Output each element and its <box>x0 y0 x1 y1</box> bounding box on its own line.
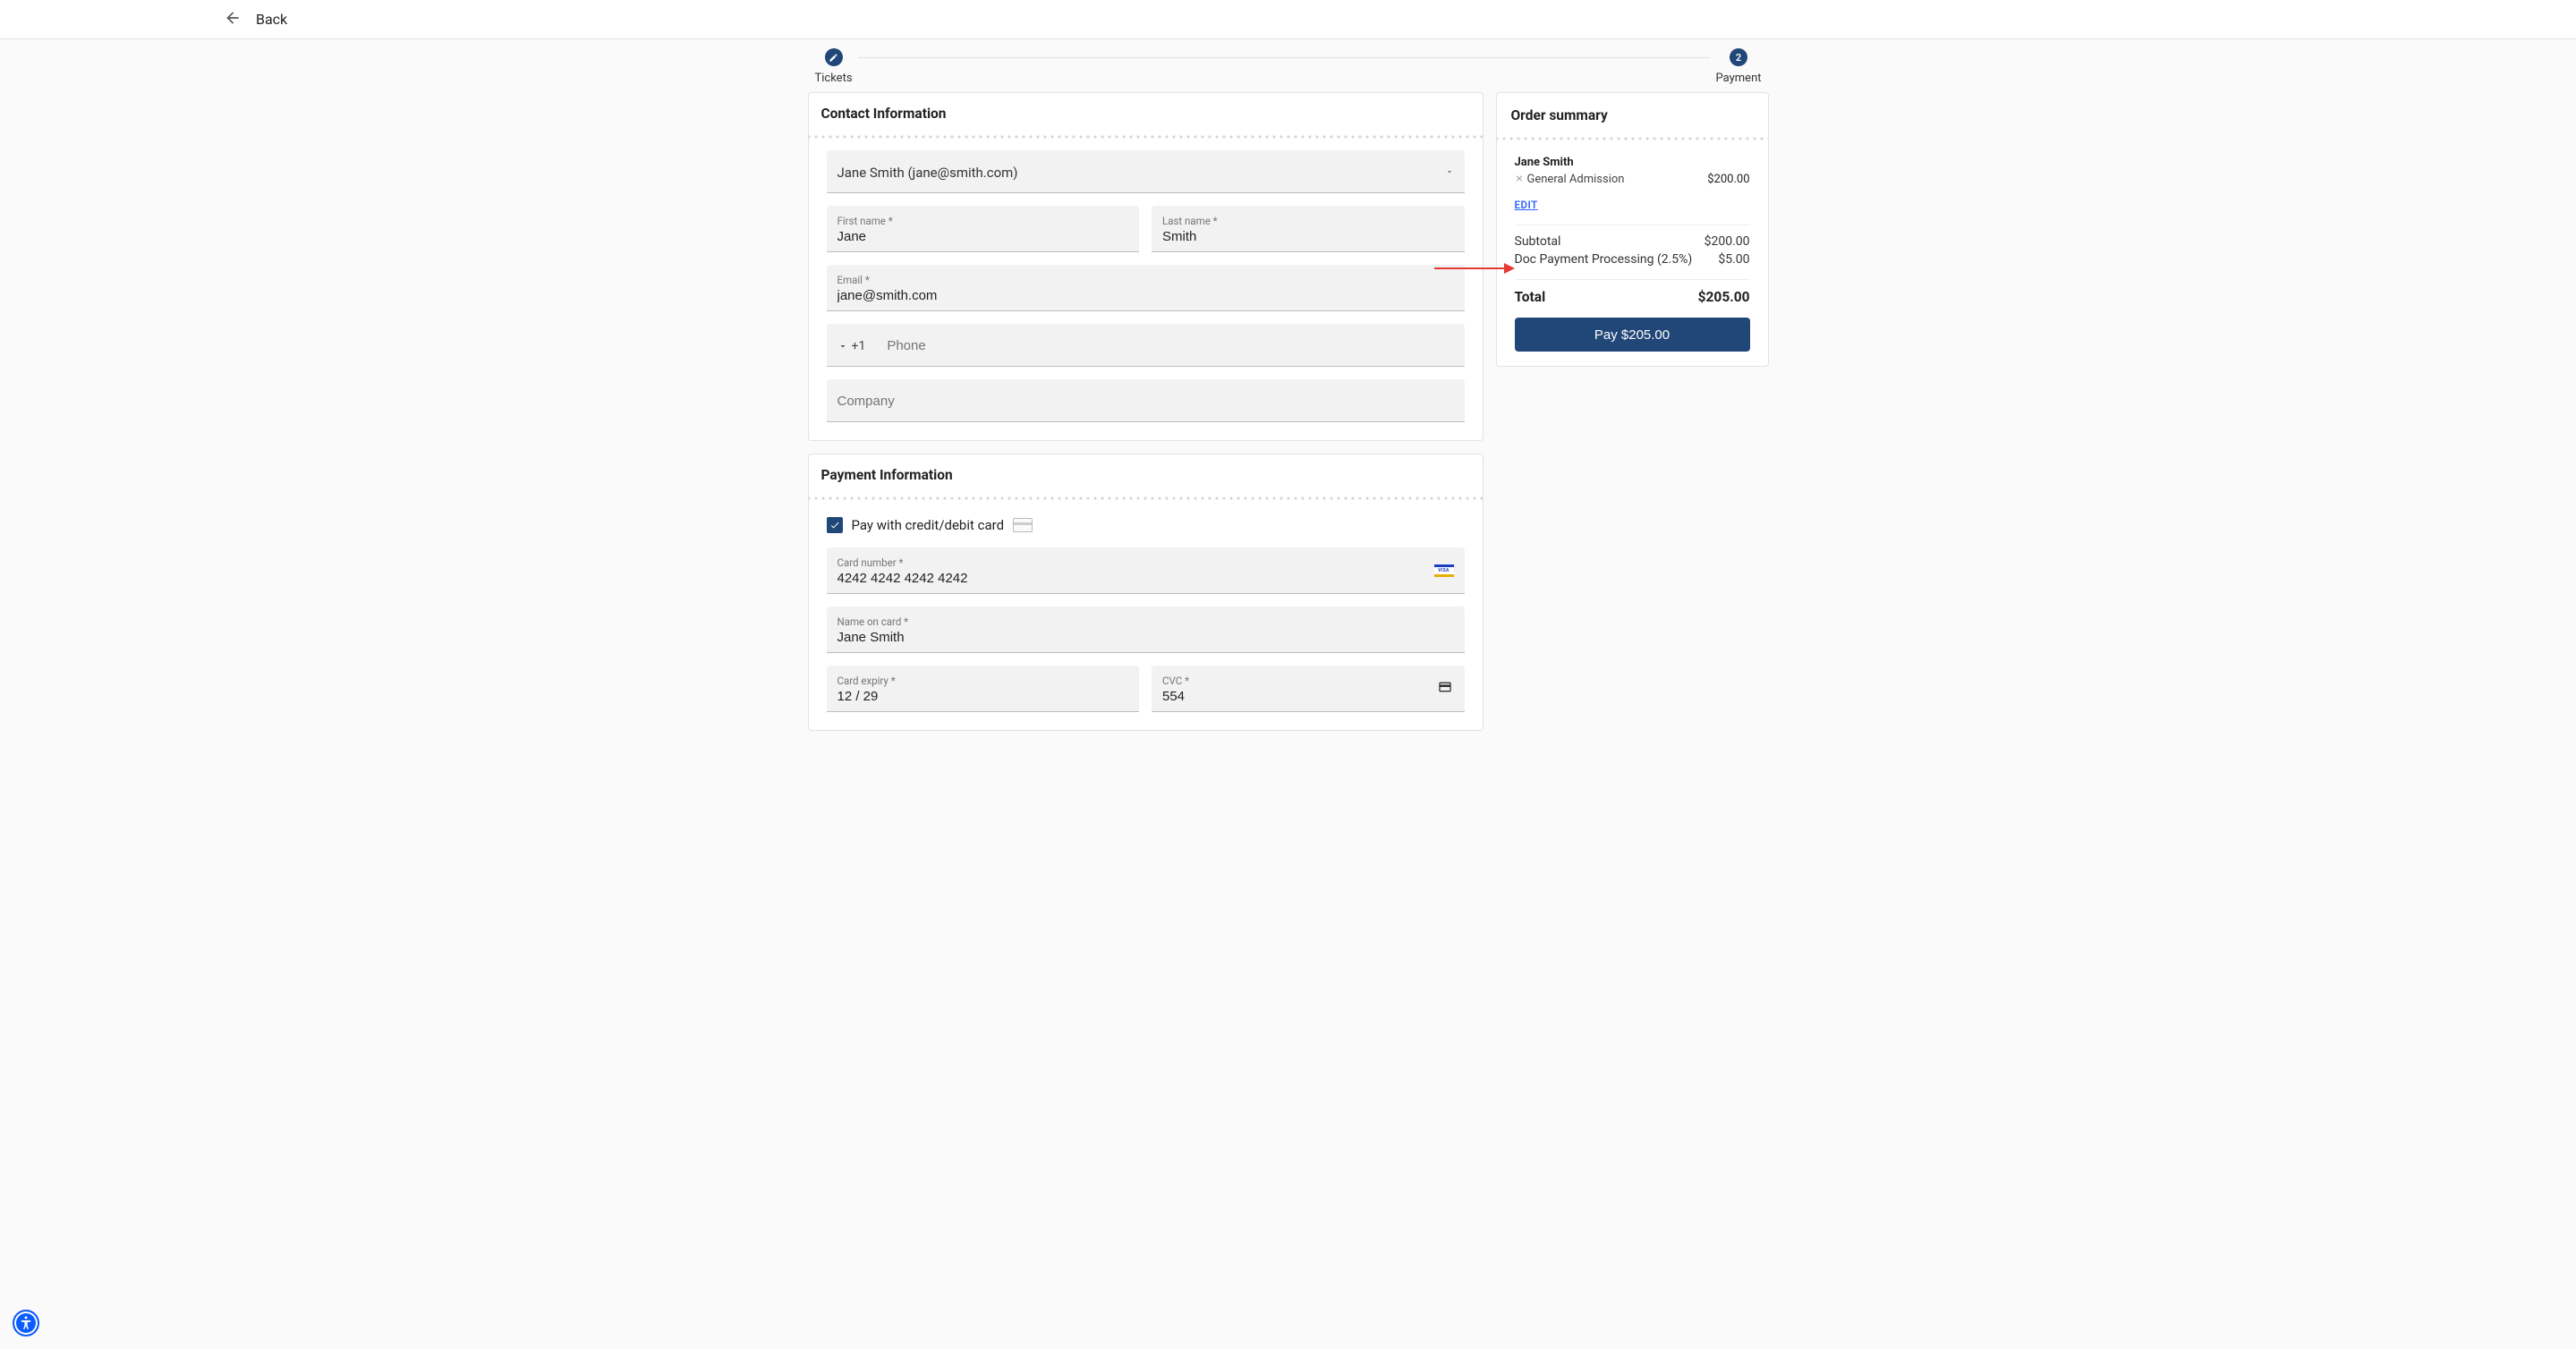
summary-line-item: General Admission $200.00 <box>1515 173 1750 186</box>
pay-with-card-row: Pay with credit/debit card <box>827 512 1465 535</box>
pay-with-card-label: Pay with credit/debit card <box>852 517 1005 533</box>
summary-fee-label: Doc Payment Processing (2.5%) <box>1515 252 1693 267</box>
summary-subtotal-value: $200.00 <box>1705 234 1750 249</box>
pay-button[interactable]: Pay $205.00 <box>1515 318 1750 352</box>
pay-with-card-checkbox[interactable] <box>827 517 843 533</box>
step-payment: 2 Payment <box>1711 48 1767 85</box>
summary-total-row: Total $205.00 <box>1515 289 1750 305</box>
step-payment-label: Payment <box>1716 72 1762 85</box>
divider-dots <box>1497 136 1768 141</box>
first-name-label: First name * <box>837 215 1129 227</box>
phone-country-code-selector[interactable]: +1 <box>837 339 866 353</box>
stepper: Tickets 2 Payment <box>808 48 1769 92</box>
card-number-field[interactable]: Card number * VISA <box>827 547 1465 594</box>
card-expiry-label: Card expiry * <box>837 674 1129 687</box>
first-name-field[interactable]: First name * <box>827 206 1140 252</box>
company-input[interactable] <box>837 394 1454 409</box>
credit-card-icon <box>1013 518 1033 532</box>
top-bar: Back <box>0 0 2576 39</box>
name-on-card-input[interactable] <box>837 630 1454 645</box>
phone-field[interactable]: +1 <box>827 324 1465 367</box>
summary-fee-row: Doc Payment Processing (2.5%) $5.00 <box>1515 252 1750 267</box>
summary-line-item-label: General Admission <box>1527 173 1625 186</box>
divider-dots <box>809 134 1483 140</box>
summary-fee-value: $5.00 <box>1718 252 1749 267</box>
company-field[interactable] <box>827 379 1465 422</box>
step-tickets-label: Tickets <box>815 72 853 85</box>
email-label: Email * <box>837 274 1454 286</box>
cvc-field[interactable]: CVC * <box>1152 666 1465 712</box>
card-number-label: Card number * <box>837 556 1454 569</box>
summary-subtotal-row: Subtotal $200.00 <box>1515 234 1750 249</box>
back-label[interactable]: Back <box>256 11 287 28</box>
back-arrow-icon[interactable] <box>224 9 242 30</box>
step-tickets[interactable]: Tickets <box>810 48 858 85</box>
card-back-icon <box>1436 680 1454 698</box>
last-name-field[interactable]: Last name * <box>1152 206 1465 252</box>
payment-card: Payment Information Pay with credit/debi… <box>808 454 1484 731</box>
card-expiry-field[interactable]: Card expiry * <box>827 666 1140 712</box>
phone-input[interactable] <box>887 338 1453 353</box>
divider <box>1515 279 1750 280</box>
email-input[interactable] <box>837 288 1454 303</box>
summary-purchaser-name: Jane Smith <box>1515 156 1750 169</box>
summary-line-item-price: $200.00 <box>1707 173 1749 186</box>
card-expiry-input[interactable] <box>837 689 1129 704</box>
close-icon[interactable] <box>1515 173 1524 186</box>
cvc-label: CVC * <box>1162 674 1454 687</box>
step-payment-number: 2 <box>1730 48 1747 66</box>
contact-selector[interactable]: Jane Smith (jane@smith.com) <box>827 150 1465 193</box>
last-name-input[interactable] <box>1162 229 1454 244</box>
contact-selector-value: Jane Smith (jane@smith.com) <box>837 165 1443 181</box>
name-on-card-field[interactable]: Name on card * <box>827 607 1465 653</box>
summary-total-value: $205.00 <box>1698 289 1750 305</box>
stepper-line <box>835 57 1742 58</box>
phone-cc-value: +1 <box>852 339 866 353</box>
order-summary-card: Order summary Jane Smith General Admissi… <box>1496 92 1769 367</box>
accessibility-fab[interactable] <box>13 1310 39 1336</box>
payment-section-title: Payment Information <box>809 454 1483 490</box>
summary-subtotal-label: Subtotal <box>1515 234 1561 249</box>
cvc-input[interactable] <box>1162 689 1454 704</box>
visa-icon: VISA <box>1434 564 1454 577</box>
email-field[interactable]: Email * <box>827 265 1465 311</box>
pencil-icon <box>825 48 843 66</box>
summary-total-label: Total <box>1515 289 1546 305</box>
chevron-down-icon <box>1445 165 1454 180</box>
order-summary-title: Order summary <box>1497 93 1768 131</box>
summary-edit-link[interactable]: EDIT <box>1515 199 1538 211</box>
first-name-input[interactable] <box>837 229 1129 244</box>
contact-card: Contact Information Jane Smith (jane@smi… <box>808 92 1484 441</box>
divider-dots <box>809 496 1483 501</box>
name-on-card-label: Name on card * <box>837 615 1454 628</box>
card-number-input[interactable] <box>837 571 1454 586</box>
last-name-label: Last name * <box>1162 215 1454 227</box>
contact-section-title: Contact Information <box>809 93 1483 129</box>
